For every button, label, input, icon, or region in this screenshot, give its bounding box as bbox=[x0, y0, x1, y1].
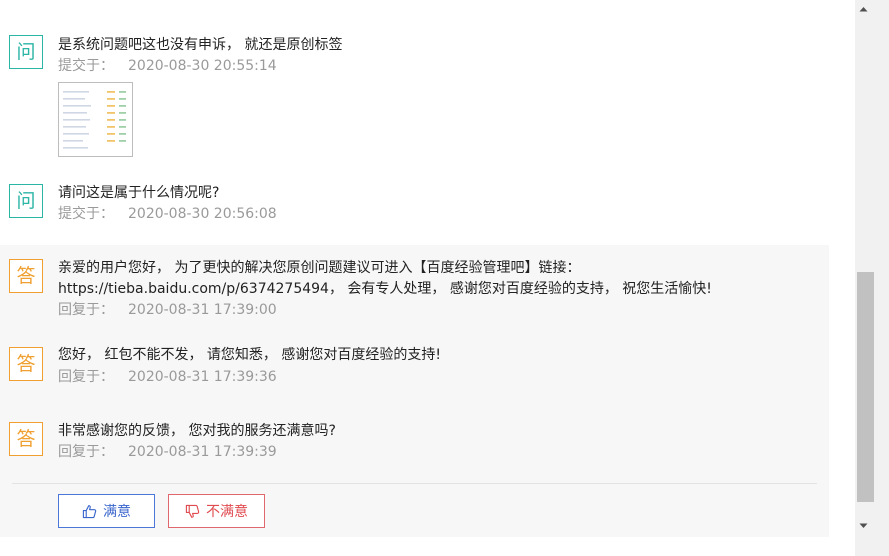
question-badge: 问 bbox=[9, 35, 43, 69]
vertical-scrollbar[interactable] bbox=[855, 0, 889, 556]
scroll-up-arrow-icon[interactable] bbox=[855, 0, 872, 17]
meta-time: 2020-08-31 17:39:39 bbox=[128, 444, 277, 460]
answer-meta: 回复于： 2020-08-31 17:39:00 bbox=[58, 301, 277, 319]
answer-text: 非常感谢您的反馈， 您对我的服务还满意吗? bbox=[58, 423, 336, 439]
meta-time: 2020-08-31 17:39:00 bbox=[128, 302, 277, 318]
answer-badge: 答 bbox=[9, 259, 43, 293]
unsatisfied-label: 不满意 bbox=[206, 504, 248, 520]
question-meta: 提交于： 2020-08-30 20:55:14 bbox=[58, 57, 277, 75]
meta-label: 回复于： bbox=[58, 444, 114, 460]
answer-text-line-2: https://tieba.baidu.com/p/6374275494， 会有… bbox=[58, 281, 712, 297]
satisfied-label: 满意 bbox=[103, 504, 131, 520]
meta-label: 提交于： bbox=[58, 206, 114, 222]
meta-label: 回复于： bbox=[58, 369, 114, 385]
answer-text: 您好， 红包不能不发， 请您知悉， 感谢您对百度经验的支持! bbox=[58, 347, 441, 363]
question-text: 请问这是属于什么情况呢? bbox=[58, 185, 220, 201]
attachment-thumbnail[interactable] bbox=[58, 82, 133, 157]
conversation-thread: 问 是系统问题吧这也没有申诉， 就还是原创标签 提交于： 2020-08-30 2… bbox=[0, 0, 855, 556]
scrollbar-thumb[interactable] bbox=[857, 272, 874, 502]
unsatisfied-button[interactable]: 不满意 bbox=[168, 494, 265, 528]
meta-label: 提交于： bbox=[58, 58, 114, 74]
answer-badge: 答 bbox=[9, 422, 43, 456]
meta-time: 2020-08-31 17:39:36 bbox=[128, 369, 277, 385]
meta-label: 回复于： bbox=[58, 302, 114, 318]
thumbnail-image bbox=[63, 91, 126, 149]
divider bbox=[12, 483, 817, 484]
meta-time: 2020-08-30 20:56:08 bbox=[128, 206, 277, 222]
question-text: 是系统问题吧这也没有申诉， 就还是原创标签 bbox=[58, 37, 343, 53]
meta-time: 2020-08-30 20:55:14 bbox=[128, 58, 277, 74]
thumbs-up-icon bbox=[82, 504, 97, 518]
answer-meta: 回复于： 2020-08-31 17:39:39 bbox=[58, 443, 277, 461]
scroll-down-arrow-icon[interactable] bbox=[855, 517, 872, 534]
question-meta: 提交于： 2020-08-30 20:56:08 bbox=[58, 205, 277, 223]
answer-meta: 回复于： 2020-08-31 17:39:36 bbox=[58, 368, 277, 386]
answer-badge: 答 bbox=[9, 347, 43, 381]
question-badge: 问 bbox=[9, 184, 43, 218]
satisfied-button[interactable]: 满意 bbox=[58, 494, 155, 528]
thumbs-down-icon bbox=[185, 504, 200, 518]
answer-text-line-1: 亲爱的用户您好， 为了更快的解决您原创问题建议可进入【百度经验管理吧】链接： bbox=[58, 260, 581, 276]
